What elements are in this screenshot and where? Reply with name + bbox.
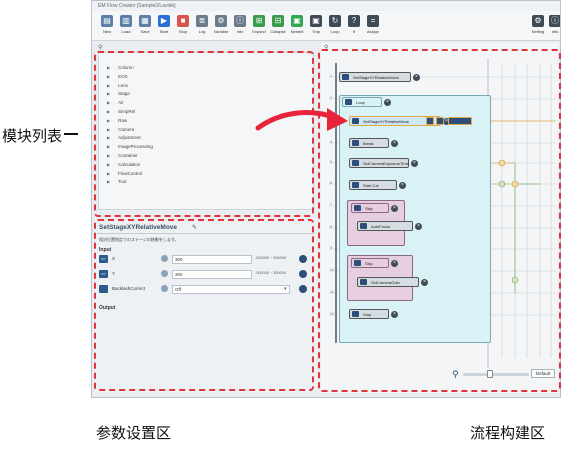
- arrow-annotation: [255, 108, 348, 131]
